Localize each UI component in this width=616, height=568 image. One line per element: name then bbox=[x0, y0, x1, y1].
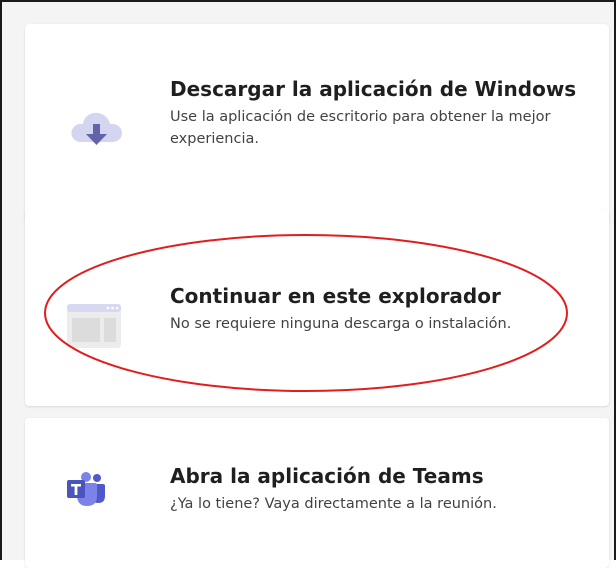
option-description: ¿Ya lo tiene? Vaya directamente a la reu… bbox=[170, 496, 497, 512]
open-teams-app-option[interactable]: Abra la aplicación de Teams ¿Ya lo tiene… bbox=[25, 418, 609, 568]
option-description: Use la aplicación de escritorio para obt… bbox=[170, 109, 551, 147]
continue-in-browser-option[interactable]: Continuar en este explorador No se requi… bbox=[25, 210, 609, 406]
cloud-download-icon bbox=[67, 106, 125, 150]
option-title: Descargar la aplicación de Windows bbox=[170, 77, 577, 101]
option-title: Continuar en este explorador bbox=[170, 284, 501, 308]
option-description: No se requiere ninguna descarga o instal… bbox=[170, 316, 512, 332]
teams-logo-icon bbox=[67, 472, 105, 506]
launcher-panel: Descargar la aplicación de Windows Use l… bbox=[0, 0, 616, 568]
browser-window-icon bbox=[67, 304, 121, 348]
option-title: Abra la aplicación de Teams bbox=[170, 464, 484, 488]
download-windows-app-option[interactable]: Descargar la aplicación de Windows Use l… bbox=[25, 24, 609, 223]
